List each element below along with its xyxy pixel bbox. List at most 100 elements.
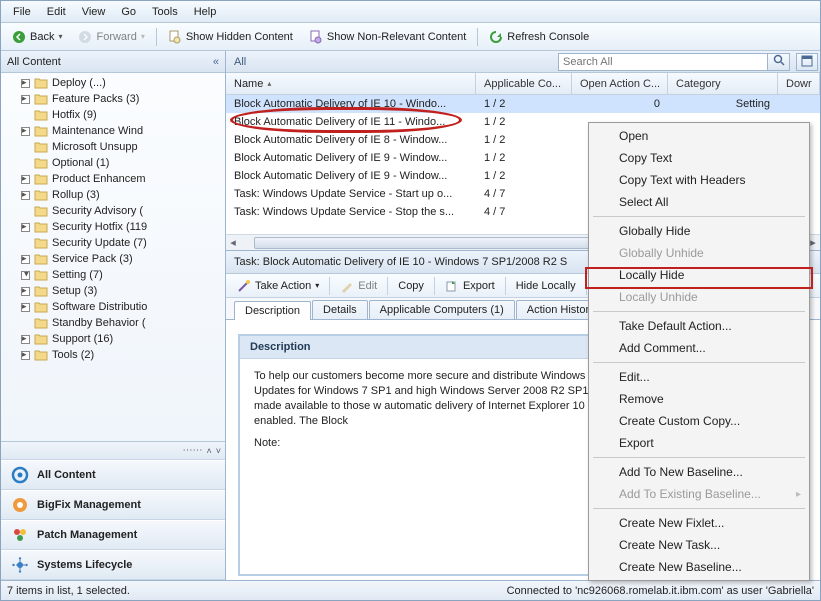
expander-icon[interactable] bbox=[21, 159, 30, 168]
tree-node[interactable]: Software Distributio bbox=[5, 299, 225, 315]
tree-node[interactable]: Tools (2) bbox=[5, 347, 225, 363]
copy-button[interactable]: Copy bbox=[391, 278, 431, 294]
ctx-copy-text[interactable]: Copy Text bbox=[591, 147, 807, 169]
expander-icon[interactable] bbox=[21, 351, 30, 360]
menu-view[interactable]: View bbox=[74, 4, 114, 20]
tab-description[interactable]: Description bbox=[234, 301, 311, 320]
table-row[interactable]: Block Automatic Delivery of IE 10 - Wind… bbox=[226, 95, 820, 113]
tree-node[interactable]: Maintenance Wind bbox=[5, 123, 225, 139]
ctx-add-to-new-baseline[interactable]: Add To New Baseline... bbox=[591, 461, 807, 483]
ctx-locally-hide[interactable]: Locally Hide bbox=[591, 264, 807, 286]
ctx-remove[interactable]: Remove bbox=[591, 388, 807, 410]
tree-node[interactable]: Security Update (7) bbox=[5, 235, 225, 251]
col-category[interactable]: Category bbox=[668, 73, 778, 94]
folder-icon bbox=[34, 300, 48, 314]
expander-icon[interactable] bbox=[21, 223, 30, 232]
forward-button[interactable]: Forward ▾ bbox=[71, 27, 151, 47]
search-button[interactable] bbox=[768, 53, 790, 71]
ctx-take-default-action[interactable]: Take Default Action... bbox=[591, 315, 807, 337]
context-menu[interactable]: OpenCopy TextCopy Text with HeadersSelec… bbox=[588, 122, 810, 581]
expander-icon[interactable] bbox=[21, 79, 30, 88]
nav-all[interactable]: All Content bbox=[1, 460, 225, 490]
task-title: Task: Block Automatic Delivery of IE 10 … bbox=[234, 256, 567, 268]
tree-node[interactable]: Setting (7) bbox=[5, 267, 225, 283]
tab-details[interactable]: Details bbox=[312, 300, 368, 319]
expander-icon[interactable] bbox=[21, 335, 30, 344]
tree-label: Service Pack (3) bbox=[52, 253, 133, 265]
tree-node[interactable]: Microsoft Unsupp bbox=[5, 139, 225, 155]
col-download[interactable]: Dowr bbox=[778, 73, 820, 94]
dots-icon[interactable]: ⋯⋯ bbox=[182, 445, 202, 456]
search-input[interactable] bbox=[558, 53, 768, 71]
show-hidden-button[interactable]: Show Hidden Content bbox=[161, 27, 300, 47]
tree-node[interactable]: Rollup (3) bbox=[5, 187, 225, 203]
ctx-create-new-baseline[interactable]: Create New Baseline... bbox=[591, 556, 807, 578]
expander-icon[interactable] bbox=[21, 175, 30, 184]
refresh-button[interactable]: Refresh Console bbox=[482, 27, 596, 47]
expander-icon[interactable] bbox=[21, 127, 30, 136]
edit-button[interactable]: Edit bbox=[333, 277, 384, 295]
back-button[interactable]: Back ▾ bbox=[5, 27, 69, 47]
ctx-copy-text-with-headers[interactable]: Copy Text with Headers bbox=[591, 169, 807, 191]
hide-locally-button[interactable]: Hide Locally bbox=[509, 278, 583, 294]
window-icon bbox=[801, 55, 813, 70]
take-action-button[interactable]: Take Action ▾ bbox=[230, 277, 326, 295]
ctx-create-new-task[interactable]: Create New Task... bbox=[591, 534, 807, 556]
col-name[interactable]: Name▴ bbox=[226, 73, 476, 94]
tree-node[interactable]: Product Enhancem bbox=[5, 171, 225, 187]
export-button[interactable]: Export bbox=[438, 277, 502, 295]
tree-node[interactable]: Security Hotfix (119 bbox=[5, 219, 225, 235]
expander-icon[interactable] bbox=[21, 111, 30, 120]
chevron-down-icon: ▾ bbox=[58, 32, 62, 41]
tree-node[interactable]: Feature Packs (3) bbox=[5, 91, 225, 107]
expander-icon[interactable] bbox=[21, 95, 30, 104]
tree-node[interactable]: Hotfix (9) bbox=[5, 107, 225, 123]
show-nonrelevant-button[interactable]: Show Non-Relevant Content bbox=[302, 27, 473, 47]
nav-bigfix[interactable]: BigFix Management bbox=[1, 490, 225, 520]
ctx-export[interactable]: Export bbox=[591, 432, 807, 454]
menu-file[interactable]: File bbox=[5, 4, 39, 20]
tree-node[interactable]: Service Pack (3) bbox=[5, 251, 225, 267]
chevron-down-icon: ▾ bbox=[141, 32, 145, 41]
ctx-edit[interactable]: Edit... bbox=[591, 366, 807, 388]
expander-icon[interactable] bbox=[21, 207, 30, 216]
back-label: Back bbox=[30, 31, 54, 43]
tree-node[interactable]: Optional (1) bbox=[5, 155, 225, 171]
nav-patch[interactable]: Patch Management bbox=[1, 520, 225, 550]
expander-icon[interactable] bbox=[21, 143, 30, 152]
tree-node[interactable]: Security Advisory ( bbox=[5, 203, 225, 219]
maximize-pane-button[interactable] bbox=[796, 53, 818, 71]
menu-go[interactable]: Go bbox=[113, 4, 144, 20]
chevron-down-icon[interactable]: ˅ bbox=[216, 446, 221, 456]
expander-icon[interactable] bbox=[21, 191, 30, 200]
tree-node[interactable]: Deploy (...) bbox=[5, 75, 225, 91]
tab-applicable-computers[interactable]: Applicable Computers (1) bbox=[369, 300, 515, 319]
tree-node[interactable]: Support (16) bbox=[5, 331, 225, 347]
col-applicable[interactable]: Applicable Co... bbox=[476, 73, 572, 94]
menu-edit[interactable]: Edit bbox=[39, 4, 74, 20]
expander-icon[interactable] bbox=[21, 271, 30, 280]
ctx-create-custom-copy[interactable]: Create Custom Copy... bbox=[591, 410, 807, 432]
ctx-create-new-fixlet[interactable]: Create New Fixlet... bbox=[591, 512, 807, 534]
menu-tools[interactable]: Tools bbox=[144, 4, 186, 20]
col-open-action[interactable]: Open Action C... bbox=[572, 73, 668, 94]
ctx-add-comment[interactable]: Add Comment... bbox=[591, 337, 807, 359]
menu-help[interactable]: Help bbox=[186, 4, 225, 20]
nav-lifecy[interactable]: Systems Lifecycle bbox=[1, 550, 225, 580]
tree-label: Security Update (7) bbox=[52, 237, 147, 249]
tree-node[interactable]: Setup (3) bbox=[5, 283, 225, 299]
expander-icon[interactable] bbox=[21, 255, 30, 264]
chevron-up-icon[interactable]: ˄ bbox=[206, 446, 211, 456]
expander-icon[interactable] bbox=[21, 239, 30, 248]
collapse-icon[interactable]: « bbox=[213, 56, 219, 68]
expander-icon[interactable] bbox=[21, 287, 30, 296]
tree-label: Software Distributio bbox=[52, 301, 147, 313]
ctx-open[interactable]: Open bbox=[591, 125, 807, 147]
tree[interactable]: Deploy (...)Feature Packs (3)Hotfix (9)M… bbox=[1, 73, 225, 441]
expander-icon[interactable] bbox=[21, 319, 30, 328]
scroll-left-icon[interactable]: ◂ bbox=[226, 236, 240, 250]
tree-node[interactable]: Standby Behavior ( bbox=[5, 315, 225, 331]
ctx-select-all[interactable]: Select All bbox=[591, 191, 807, 213]
expander-icon[interactable] bbox=[21, 303, 30, 312]
ctx-globally-hide[interactable]: Globally Hide bbox=[591, 220, 807, 242]
